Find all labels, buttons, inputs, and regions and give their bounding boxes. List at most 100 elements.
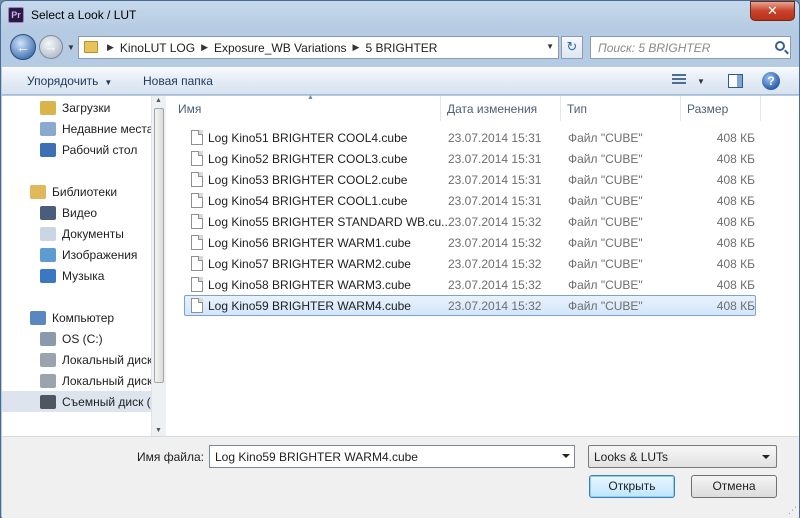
- sidebar-item-label: Изображения: [62, 247, 138, 262]
- organize-button[interactable]: Упорядочить ▼: [27, 74, 112, 88]
- column-header-date[interactable]: Дата изменения: [441, 96, 561, 121]
- close-button[interactable]: ✕: [750, 1, 795, 21]
- premiere-app-icon: Pr: [8, 7, 24, 23]
- cube-file-icon: [191, 172, 203, 187]
- sidebar-item[interactable]: Локальный диск: [2, 370, 152, 391]
- system-drive-icon: [40, 331, 56, 346]
- file-date: 23.07.2014 15:32: [448, 215, 542, 229]
- file-type: Файл "CUBE": [568, 215, 643, 229]
- open-button[interactable]: Открыть: [589, 475, 675, 498]
- file-type: Файл "CUBE": [568, 152, 643, 166]
- sidebar-item-label: Рабочий стол: [62, 142, 138, 157]
- search-icon[interactable]: [775, 41, 785, 51]
- column-name-label: Имя: [178, 102, 202, 116]
- file-size: 408 КБ: [716, 131, 755, 145]
- sidebar-item[interactable]: Рабочий стол: [2, 139, 152, 160]
- local-disk-icon: [40, 373, 56, 388]
- cancel-button[interactable]: Отмена: [691, 475, 777, 498]
- sidebar-item[interactable]: Изображения: [2, 244, 152, 265]
- sidebar-item[interactable]: Съемный диск (: [2, 391, 152, 412]
- file-type: Файл "CUBE": [568, 257, 643, 271]
- address-dropdown-icon[interactable]: ▼: [546, 42, 554, 51]
- sidebar-scrollbar[interactable]: ▲ ▼: [151, 96, 166, 436]
- forward-button[interactable]: →: [39, 35, 63, 59]
- breadcrumb-separator-icon[interactable]: ▶: [201, 42, 208, 53]
- file-row[interactable]: Log Kino52 BRIGHTER COOL3.cube 23.07.2014…: [184, 148, 756, 169]
- column-header-size[interactable]: Размер: [681, 96, 761, 121]
- sidebar-item-label: Съемный диск (: [62, 394, 151, 409]
- sidebar-item[interactable]: Библиотеки: [2, 181, 152, 202]
- breadcrumb-item-kinolut-log[interactable]: KinoLUT LOG: [120, 41, 195, 55]
- file-size: 408 КБ: [716, 215, 755, 229]
- file-type: Файл "CUBE": [568, 194, 643, 208]
- file-name: Log Kino55 BRIGHTER STANDARD WB.cu...: [208, 215, 452, 229]
- sidebar-item[interactable]: OS (C:): [2, 328, 152, 349]
- window-title: Select a Look / LUT: [31, 8, 137, 22]
- sidebar-item[interactable]: Документы: [2, 223, 152, 244]
- file-name: Log Kino57 BRIGHTER WARM2.cube: [208, 257, 411, 271]
- file-row[interactable]: Log Kino53 BRIGHTER COOL2.cube 23.07.2014…: [184, 169, 756, 190]
- breadcrumb-item-exposure-wb[interactable]: Exposure_WB Variations: [214, 41, 347, 55]
- recent-places-icon: [40, 121, 56, 136]
- navigation-pane: Загрузки Недавние места Рабочий стол Библио…: [2, 96, 166, 436]
- file-size: 408 КБ: [716, 236, 755, 250]
- column-header-type[interactable]: Тип: [561, 96, 681, 121]
- resize-grip-icon[interactable]: ⋰: [788, 505, 797, 516]
- file-name: Log Kino52 BRIGHTER COOL3.cube: [208, 152, 408, 166]
- sidebar-item[interactable]: Компьютер: [2, 307, 152, 328]
- file-name: Log Kino58 BRIGHTER WARM3.cube: [208, 278, 411, 292]
- sidebar-item-label: Локальный диск: [62, 352, 152, 367]
- file-row[interactable]: Log Kino57 BRIGHTER WARM2.cube 23.07.2014…: [184, 253, 756, 274]
- file-row[interactable]: Log Kino56 BRIGHTER WARM1.cube 23.07.2014…: [184, 232, 756, 253]
- breadcrumb-item-5-brighter[interactable]: 5 BRIGHTER: [365, 41, 437, 55]
- scroll-down-icon[interactable]: ▼: [155, 427, 162, 434]
- title-bar: Pr Select a Look / LUT ✕: [1, 1, 799, 31]
- recent-pages-dropdown-icon[interactable]: ▼: [67, 43, 75, 52]
- main-area: Загрузки Недавние места Рабочий стол Библио…: [2, 94, 799, 436]
- column-header-name[interactable]: ▲ Имя: [172, 94, 441, 121]
- file-size: 408 КБ: [716, 299, 755, 313]
- breadcrumb-separator-icon[interactable]: ▶: [353, 42, 360, 53]
- scroll-up-icon[interactable]: ▲: [155, 97, 162, 104]
- filetype-select[interactable]: Looks & LUTs: [588, 445, 777, 468]
- sidebar-item[interactable]: Недавние места: [2, 118, 152, 139]
- folder-icon: [84, 41, 98, 53]
- address-bar[interactable]: ▶ KinoLUT LOG ▶ Exposure_WB Variations ▶…: [78, 36, 559, 59]
- sidebar-item-label: Документы: [62, 226, 124, 241]
- file-row[interactable]: Log Kino51 BRIGHTER COOL4.cube 23.07.2014…: [184, 127, 756, 148]
- search-input[interactable]: Поиск: 5 BRIGHTER: [590, 36, 791, 59]
- back-button[interactable]: ←: [10, 34, 36, 60]
- sidebar-item[interactable]: Загрузки: [2, 97, 152, 118]
- file-row[interactable]: Log Kino59 BRIGHTER WARM4.cube 23.07.2014…: [184, 295, 756, 316]
- refresh-button[interactable]: ↻: [561, 36, 583, 59]
- file-type: Файл "CUBE": [568, 236, 643, 250]
- file-type: Файл "CUBE": [568, 299, 643, 313]
- help-button[interactable]: ?: [762, 72, 780, 90]
- change-view-icon[interactable]: [672, 74, 688, 88]
- cube-file-icon: [191, 235, 203, 250]
- sidebar-item-label: Компьютер: [52, 310, 115, 325]
- file-name: Log Kino53 BRIGHTER COOL2.cube: [208, 173, 408, 187]
- view-options-dropdown-icon[interactable]: ▼: [697, 77, 705, 86]
- file-row[interactable]: Log Kino54 BRIGHTER COOL1.cube 23.07.2014…: [184, 190, 756, 211]
- filename-input[interactable]: Log Kino59 BRIGHTER WARM4.cube: [209, 445, 575, 468]
- cube-file-icon: [191, 214, 203, 229]
- breadcrumb-separator-icon[interactable]: ▶: [107, 42, 114, 53]
- file-type: Файл "CUBE": [568, 173, 643, 187]
- filename-dropdown-icon[interactable]: [562, 454, 570, 458]
- cube-file-icon: [191, 130, 203, 145]
- sidebar-item-label: Недавние места: [62, 121, 152, 136]
- sort-ascending-icon: ▲: [307, 94, 314, 101]
- new-folder-button[interactable]: Новая папка: [143, 74, 213, 88]
- sidebar-item[interactable]: Музыка: [2, 265, 152, 286]
- preview-pane-icon[interactable]: [728, 74, 743, 88]
- local-disk-icon: [40, 352, 56, 367]
- file-row[interactable]: Log Kino58 BRIGHTER WARM3.cube 23.07.2014…: [184, 274, 756, 295]
- file-size: 408 КБ: [716, 278, 755, 292]
- file-size: 408 КБ: [716, 152, 755, 166]
- sidebar-item[interactable]: Видео: [2, 202, 152, 223]
- sidebar-item[interactable]: Локальный диск: [2, 349, 152, 370]
- file-row[interactable]: Log Kino55 BRIGHTER STANDARD WB.cu... 23.…: [184, 211, 756, 232]
- computer-icon: [30, 310, 46, 325]
- sidebar-scroll-thumb[interactable]: [154, 108, 164, 383]
